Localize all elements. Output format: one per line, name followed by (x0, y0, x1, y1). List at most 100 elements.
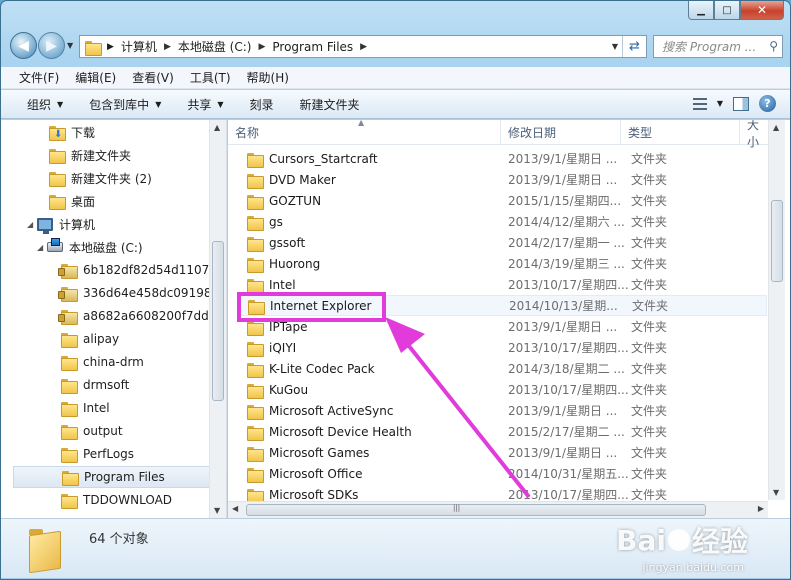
breadcrumb-local-disk[interactable]: 本地磁盘 (C:) ▶ (178, 38, 273, 55)
folder-icon (247, 173, 264, 189)
scroll-up-icon[interactable]: ▲ (773, 123, 779, 132)
file-row[interactable]: Microsoft Office 2014/10/31/星期五... 文件夹 (239, 463, 767, 484)
file-row[interactable]: K-Lite Codec Pack 2014/3/18/星期二 ... 文件夹 (239, 358, 767, 379)
menu-view[interactable]: 查看(V) (132, 69, 174, 86)
scroll-down-icon[interactable]: ▼ (214, 506, 220, 515)
address-bar[interactable]: ▶ 计算机 ▶ 本地磁盘 (C:) ▶ Program Files ▶ ▼ ⇄ (79, 35, 647, 58)
scroll-thumb[interactable] (212, 241, 224, 401)
file-name-cell: Microsoft Device Health (239, 425, 494, 441)
horizontal-scrollbar[interactable]: ◀ ||| ▶ (228, 501, 768, 518)
file-row[interactable]: KuGou 2013/10/17/星期四... 文件夹 (239, 379, 767, 400)
change-view-icon[interactable] (692, 97, 707, 110)
forward-arrow-icon: ▶ (46, 37, 57, 54)
highlight-box (237, 292, 386, 322)
watermark-text: Bai (616, 523, 666, 557)
nav-item-program-files[interactable]: Program Files (13, 466, 211, 488)
file-type: 文件夹 (631, 173, 668, 187)
file-row[interactable]: Microsoft Device Health 2015/2/17/星期二 ...… (239, 421, 767, 442)
folder-icon (62, 470, 79, 486)
nav-item-desktop[interactable]: 桌面 (49, 190, 95, 212)
nav-item-folder[interactable]: output (61, 420, 123, 442)
nav-item-folder[interactable]: TDDOWNLOAD (61, 489, 172, 511)
file-date: 2015/2/17/星期二 ... (508, 425, 625, 439)
nav-item-folder[interactable]: Intel (61, 397, 110, 419)
help-icon[interactable]: ? (759, 95, 776, 112)
file-row[interactable]: GOZTUN 2015/1/15/星期四... 文件夹 (239, 190, 767, 211)
nav-item-new-folder-2[interactable]: 新建文件夹 (2) (49, 167, 152, 189)
minimize-button[interactable]: ▁ (688, 1, 714, 20)
command-bar: 组织 ▼ 包含到库中 ▼ 共享 ▼ 刻录 新建文件夹 ▼ ? (1, 90, 790, 119)
nav-item-folder[interactable]: drmsoft (61, 374, 129, 396)
chevron-right-icon[interactable]: ▶ (258, 42, 265, 52)
nav-item-folder[interactable]: 6b182df82d54d110747 (58, 259, 225, 281)
nav-item-folder[interactable]: a8682a6608200f7dd4 (58, 305, 216, 327)
address-history-dropdown[interactable]: ▼ (612, 42, 618, 51)
file-list-scrollbar[interactable]: ▲ ▼ (768, 120, 785, 500)
file-row[interactable]: Cursors_Startcraft 2013/9/1/星期日 ... 文件夹 (239, 148, 767, 169)
file-row[interactable]: Microsoft ActiveSync 2013/9/1/星期日 ... 文件夹 (239, 400, 767, 421)
scroll-down-icon[interactable]: ▼ (773, 488, 779, 497)
nav-item-downloads[interactable]: ⬇ 下载 (49, 121, 95, 143)
file-type: 文件夹 (631, 215, 668, 229)
nav-item-computer[interactable]: ◢ 计算机 (27, 213, 95, 235)
menu-edit[interactable]: 编辑(E) (75, 69, 116, 86)
chevron-right-icon[interactable]: ▶ (164, 42, 171, 52)
column-date-header[interactable]: 修改日期 (501, 120, 621, 145)
nav-item-folder[interactable]: alipay (61, 328, 119, 350)
column-size-header[interactable]: 大小 (740, 120, 768, 149)
file-row[interactable]: DVD Maker 2013/9/1/星期日 ... 文件夹 (239, 169, 767, 190)
include-in-library-button[interactable]: 包含到库中 ▼ (89, 96, 161, 113)
chevron-right-icon[interactable]: ▶ (107, 42, 114, 52)
view-dropdown-arrow-icon[interactable]: ▼ (717, 99, 723, 108)
menu-file[interactable]: 文件(F) (19, 69, 59, 86)
menu-help[interactable]: 帮助(H) (247, 69, 289, 86)
nav-item-new-folder[interactable]: 新建文件夹 (49, 144, 131, 166)
scroll-thumb[interactable] (246, 504, 706, 516)
file-type: 文件夹 (631, 446, 668, 460)
share-button[interactable]: 共享 ▼ (187, 96, 223, 113)
maximize-button[interactable]: □ (714, 1, 740, 20)
nav-item-folder[interactable]: PerfLogs (61, 443, 134, 465)
folder-icon (49, 148, 66, 164)
nav-item-folder[interactable]: china-drm (61, 351, 144, 373)
scroll-right-icon[interactable]: ▶ (758, 504, 764, 513)
file-row[interactable]: Microsoft Games 2013/9/1/星期日 ... 文件夹 (239, 442, 767, 463)
breadcrumb-computer[interactable]: 计算机 ▶ (121, 38, 178, 55)
nav-item-local-disk[interactable]: ◢ 本地磁盘 (C:) (37, 236, 143, 258)
recent-pages-dropdown[interactable]: ▼ (67, 41, 79, 50)
preview-pane-icon[interactable] (733, 96, 749, 111)
scroll-up-icon[interactable]: ▲ (214, 123, 220, 132)
download-folder-icon: ⬇ (49, 125, 66, 141)
file-row[interactable]: gs 2014/4/12/星期六 ... 文件夹 (239, 211, 767, 232)
column-type-header[interactable]: 类型 (621, 120, 740, 145)
scroll-thumb[interactable] (771, 200, 783, 282)
menu-tools[interactable]: 工具(T) (190, 69, 231, 86)
file-type: 文件夹 (631, 404, 668, 418)
scroll-left-icon[interactable]: ◀ (232, 504, 238, 513)
forward-button[interactable]: ▶ (38, 32, 65, 59)
search-input[interactable]: 搜索 Program ... ⚲ (653, 35, 783, 58)
close-button[interactable]: ✕ (740, 1, 784, 20)
file-date: 2013/9/1/星期日 ... (508, 446, 618, 460)
nav-scrollbar[interactable]: ▲ ▼ (209, 120, 226, 518)
file-row[interactable]: gssoft 2014/2/17/星期一 ... 文件夹 (239, 232, 767, 253)
burn-button[interactable]: 刻录 (250, 96, 274, 113)
folder-icon (247, 215, 264, 231)
watermark-url: jingyan.baidu.com (642, 561, 744, 574)
back-button[interactable]: ◀ (10, 32, 37, 59)
column-name-header[interactable]: ▲ 名称 (228, 120, 501, 145)
folder-icon (247, 467, 264, 483)
organize-button[interactable]: 组织 ▼ (27, 96, 63, 113)
new-folder-button[interactable]: 新建文件夹 (300, 96, 360, 113)
nav-item-folder[interactable]: 336d64e458dc09198c7 (58, 282, 226, 304)
collapse-arrow-icon[interactable]: ◢ (27, 220, 37, 229)
refresh-button[interactable]: ⇄ (622, 36, 646, 57)
file-row[interactable]: iQIYI 2013/10/17/星期四... 文件夹 (239, 337, 767, 358)
nav-item-label: alipay (83, 332, 120, 346)
file-name-cell: K-Lite Codec Pack (239, 362, 494, 378)
search-icon[interactable]: ⚲ (769, 39, 778, 53)
file-row[interactable]: Huorong 2014/3/19/星期三 ... 文件夹 (239, 253, 767, 274)
collapse-arrow-icon[interactable]: ◢ (37, 243, 47, 252)
chevron-right-icon[interactable]: ▶ (360, 42, 367, 52)
breadcrumb-program-files[interactable]: Program Files ▶ (272, 40, 374, 54)
